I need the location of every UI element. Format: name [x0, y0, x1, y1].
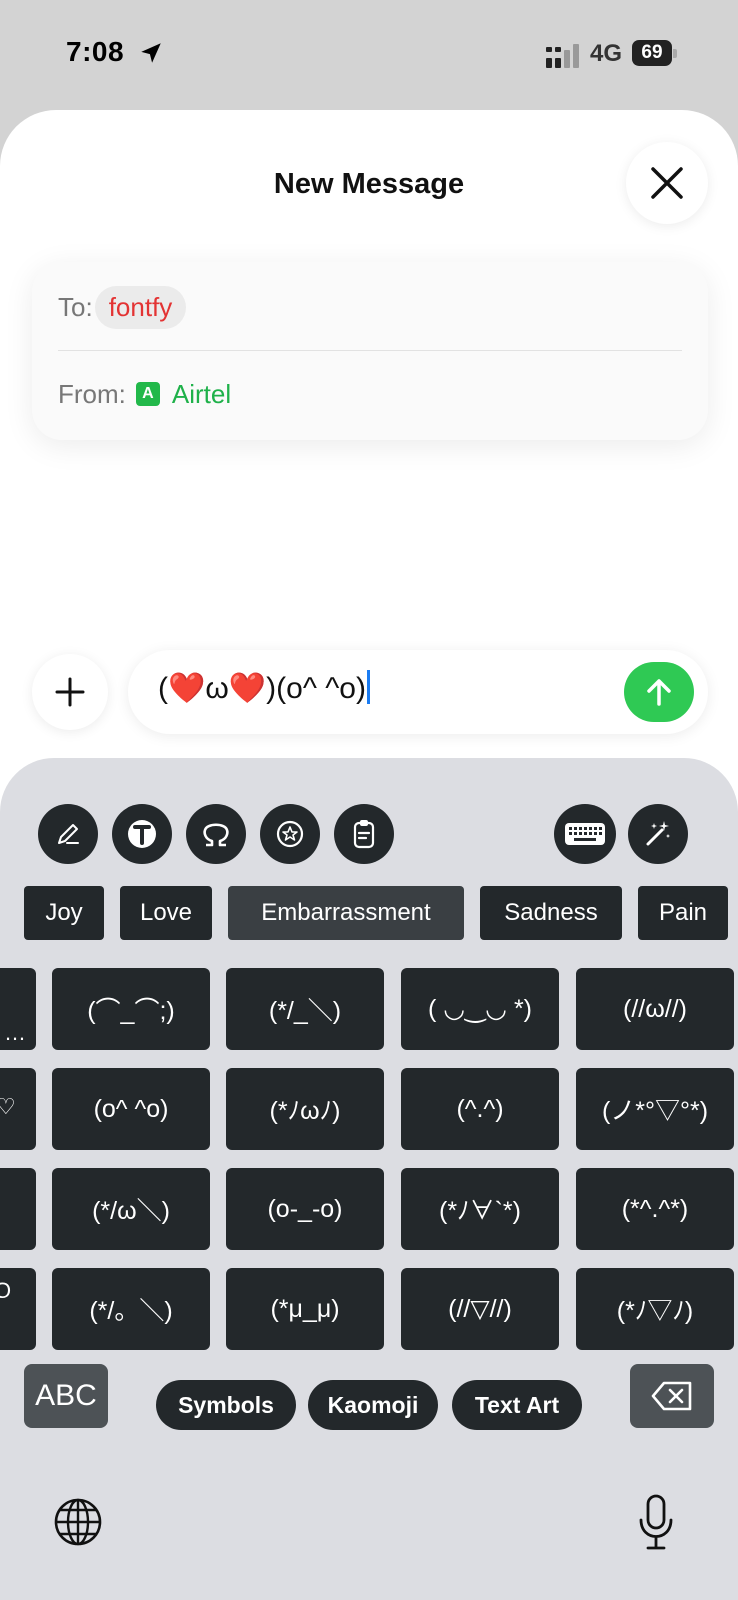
partial-key[interactable] [0, 1168, 36, 1250]
kaomoji-key[interactable]: (*/。＼) [52, 1268, 210, 1350]
partial-key[interactable]: ♡ [0, 1068, 36, 1150]
send-button[interactable] [624, 662, 694, 722]
delete-backspace-icon [651, 1381, 692, 1411]
signal-icon [546, 44, 579, 68]
from-label: From: [58, 378, 126, 409]
kaomoji-key[interactable]: (o-_-o) [226, 1168, 384, 1250]
text-cursor [367, 670, 370, 704]
close-button[interactable] [626, 142, 708, 224]
recipient-chip[interactable]: fontfy [94, 285, 187, 329]
heart-emoji: ❤️ [168, 672, 206, 705]
divider [58, 350, 682, 351]
kaomoji-key[interactable]: (*^.^*) [576, 1168, 734, 1250]
kaomoji-keyboard: Joy Love Embarrassment Sadness Pain … ♡ … [0, 758, 738, 1600]
mode-kaomoji[interactable]: Kaomoji [308, 1380, 438, 1430]
mode-text-art[interactable]: Text Art [452, 1380, 582, 1430]
close-icon [651, 167, 683, 199]
magic-wand-icon [646, 821, 670, 846]
plus-icon [55, 677, 85, 707]
kaomoji-key[interactable]: (*ﾉωﾉ) [226, 1068, 384, 1150]
category-joy[interactable]: Joy [24, 886, 104, 940]
message-input[interactable]: (❤️ω❤️)(o^ ^o) [128, 650, 708, 734]
kaomoji-key[interactable]: (^.^) [401, 1068, 559, 1150]
kaomoji-key[interactable]: ( ◡‿◡ *) [401, 968, 559, 1050]
magic-button[interactable] [628, 804, 688, 864]
kaomoji-key[interactable]: (*ﾉ▽ﾉ) [576, 1268, 734, 1350]
kaomoji-key[interactable]: (*μ_μ) [226, 1268, 384, 1350]
kaomoji-key[interactable]: (ノ*°▽°*) [576, 1068, 734, 1150]
omega-icon [203, 823, 229, 847]
add-attachment-button[interactable] [32, 654, 108, 730]
kaomoji-key[interactable]: (//▽//) [401, 1268, 559, 1350]
partial-key[interactable]: … [0, 968, 36, 1050]
to-row[interactable]: To: fontfy [58, 284, 187, 330]
kaomoji-key[interactable]: (*ﾉ∀`*) [401, 1168, 559, 1250]
globe-icon[interactable] [52, 1496, 104, 1548]
kaomoji-key[interactable]: (//ω//) [576, 968, 734, 1050]
microphone-icon[interactable] [636, 1492, 676, 1552]
text-format-icon [128, 820, 156, 848]
battery-level: 69 [632, 40, 672, 66]
kaomoji-key[interactable]: (*/_＼) [226, 968, 384, 1050]
recipients-card: To: fontfy From: A Airtel [32, 262, 708, 440]
category-love[interactable]: Love [120, 886, 212, 940]
from-row[interactable]: From: A Airtel [58, 374, 231, 414]
status-time: 7:08 [66, 36, 125, 67]
mode-symbols[interactable]: Symbols [156, 1380, 296, 1430]
clipboard-icon [353, 820, 375, 849]
partial-key[interactable]: O [0, 1268, 36, 1350]
category-sadness[interactable]: Sadness [480, 886, 622, 940]
to-label: To: [58, 291, 93, 322]
network-type: 4G [590, 40, 623, 67]
kaomoji-key[interactable]: (o^ ^o) [52, 1068, 210, 1150]
abc-key[interactable]: ABC [24, 1364, 108, 1428]
draw-button[interactable] [38, 804, 98, 864]
category-embarrassment[interactable]: Embarrassment [228, 886, 464, 940]
clipboard-button[interactable] [334, 804, 394, 864]
symbols-button[interactable] [186, 804, 246, 864]
sticker-icon [276, 820, 304, 848]
battery-icon: 69 [632, 40, 678, 66]
kaomoji-key[interactable]: (*/ω＼) [52, 1168, 210, 1250]
category-pain[interactable]: Pain [638, 886, 728, 940]
keyboard-button[interactable] [554, 804, 616, 864]
location-arrow-icon [141, 43, 161, 63]
arrow-up-icon [647, 679, 671, 706]
keyboard-icon [565, 823, 605, 845]
heart-emoji: ❤️ [228, 672, 267, 705]
status-bar: 7:08 4G 69 [0, 0, 738, 110]
sim-badge-icon: A [135, 382, 160, 406]
text-format-button[interactable] [112, 804, 172, 864]
from-carrier: Airtel [171, 378, 232, 409]
message-text: (❤️ω❤️)(o^ ^o) [158, 670, 370, 706]
kaomoji-key[interactable]: (⌒_⌒;) [52, 968, 210, 1050]
sticker-button[interactable] [260, 804, 320, 864]
delete-key[interactable] [630, 1364, 714, 1428]
pencil-icon [58, 824, 79, 844]
